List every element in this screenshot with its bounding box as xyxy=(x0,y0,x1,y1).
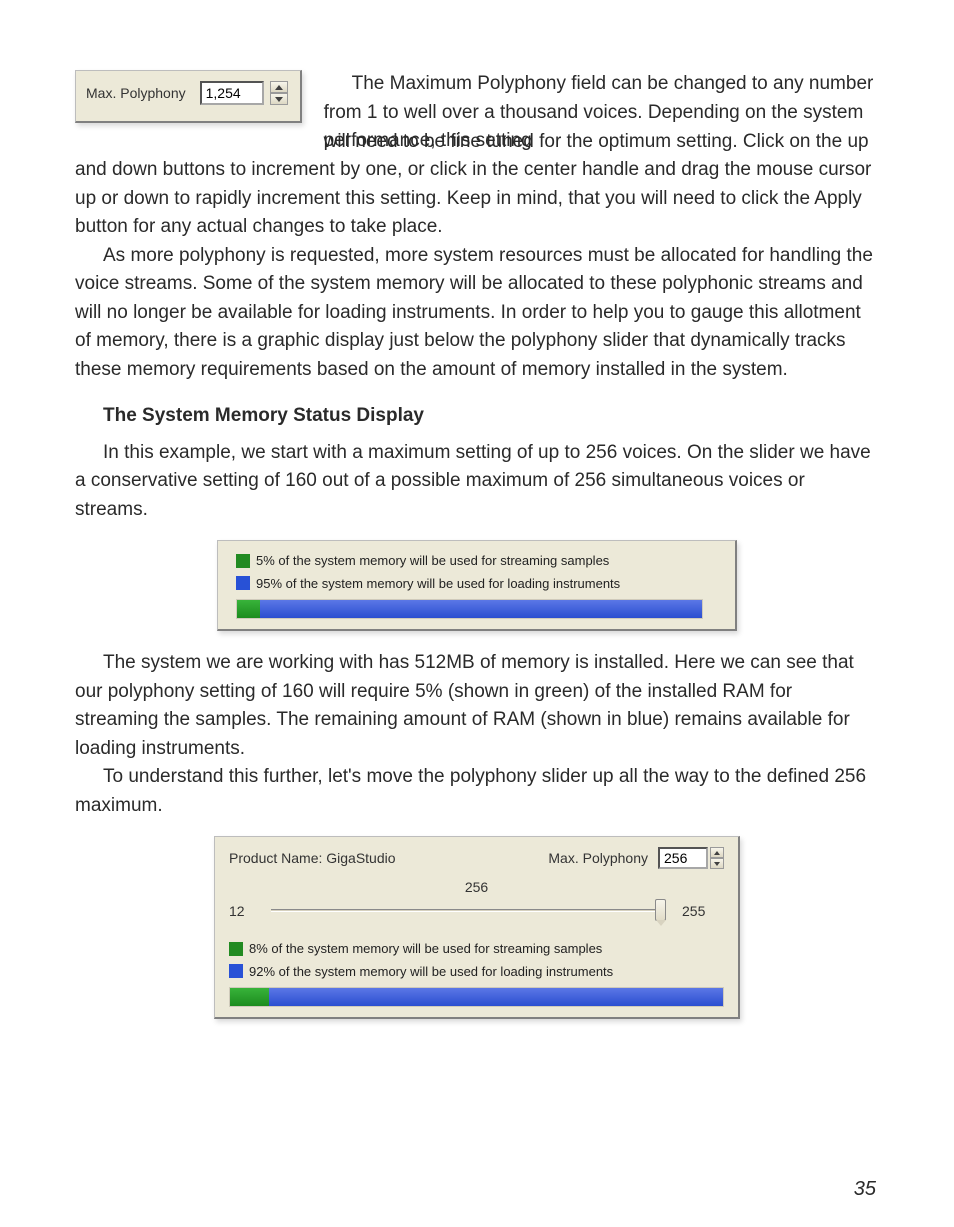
blue-swatch-icon xyxy=(229,964,243,978)
body-text: As more polyphony is requested, more sys… xyxy=(75,245,873,380)
memory-status-line: 5% of the system memory will be used for… xyxy=(236,551,703,571)
slider-thumb[interactable] xyxy=(655,899,666,921)
memory-bar-green-segment xyxy=(230,988,269,1006)
memory-status-panel: 5% of the system memory will be used for… xyxy=(217,540,737,631)
spinner-up-button[interactable] xyxy=(270,81,288,93)
section-heading: The System Memory Status Display xyxy=(103,402,879,431)
body-text: The system we are working with has 512MB… xyxy=(75,652,854,759)
body-text: To understand this further, let's move t… xyxy=(75,766,866,816)
max-polyphony-input[interactable]: 1,254 xyxy=(200,81,264,105)
body-paragraph: As more polyphony is requested, more sys… xyxy=(75,242,879,385)
memory-usage-bar xyxy=(229,987,724,1007)
memory-status-line: 8% of the system memory will be used for… xyxy=(229,939,724,959)
slider-track xyxy=(271,909,666,912)
memory-status-line: 95% of the system memory will be used fo… xyxy=(236,574,703,594)
max-polyphony-value: 256 xyxy=(664,848,687,869)
memory-bar-green-segment xyxy=(237,600,260,618)
max-polyphony-input[interactable]: 256 xyxy=(658,847,708,869)
spinner-down-button[interactable] xyxy=(710,858,724,869)
body-text: will need to be fine tuned for the optim… xyxy=(75,131,871,238)
max-polyphony-label: Max. Polyphony xyxy=(86,83,186,104)
blue-swatch-icon xyxy=(236,576,250,590)
memory-status-text: 92% of the system memory will be used fo… xyxy=(249,962,613,982)
polyphony-slider[interactable] xyxy=(271,899,666,923)
max-polyphony-label: Max. Polyphony xyxy=(548,848,648,869)
spinner-up-button[interactable] xyxy=(710,847,724,858)
body-paragraph: To understand this further, let's move t… xyxy=(75,763,879,820)
memory-bar-blue-segment xyxy=(269,988,723,1006)
polyphony-spinner-panel: Max. Polyphony 1,254 xyxy=(75,70,302,123)
slider-max-label: 255 xyxy=(682,901,724,922)
max-polyphony-value: 1,254 xyxy=(206,83,241,104)
green-swatch-icon xyxy=(236,554,250,568)
product-name-label: Product Name: GigaStudio xyxy=(229,848,396,869)
slider-min-label: 12 xyxy=(229,901,263,922)
green-swatch-icon xyxy=(229,942,243,956)
body-paragraph: In this example, we start with a maximum… xyxy=(75,439,879,525)
chevron-down-icon xyxy=(714,862,720,866)
chevron-down-icon xyxy=(275,97,283,102)
chevron-up-icon xyxy=(275,85,283,90)
spinner-down-button[interactable] xyxy=(270,93,288,105)
memory-usage-bar xyxy=(236,599,703,619)
memory-status-line: 92% of the system memory will be used fo… xyxy=(229,962,724,982)
body-paragraph: will need to be fine tuned for the optim… xyxy=(75,128,879,242)
body-paragraph: The system we are working with has 512MB… xyxy=(75,649,879,763)
chevron-up-icon xyxy=(714,851,720,855)
polyphony-settings-panel: Product Name: GigaStudio Max. Polyphony … xyxy=(214,836,740,1019)
body-text: In this example, we start with a maximum… xyxy=(75,442,871,520)
page-number: 35 xyxy=(854,1178,876,1201)
memory-bar-blue-segment xyxy=(260,600,702,618)
memory-status-text: 95% of the system memory will be used fo… xyxy=(256,574,620,594)
memory-status-text: 5% of the system memory will be used for… xyxy=(256,551,609,571)
slider-mark-label: 256 xyxy=(465,877,488,898)
memory-status-text: 8% of the system memory will be used for… xyxy=(249,939,602,959)
